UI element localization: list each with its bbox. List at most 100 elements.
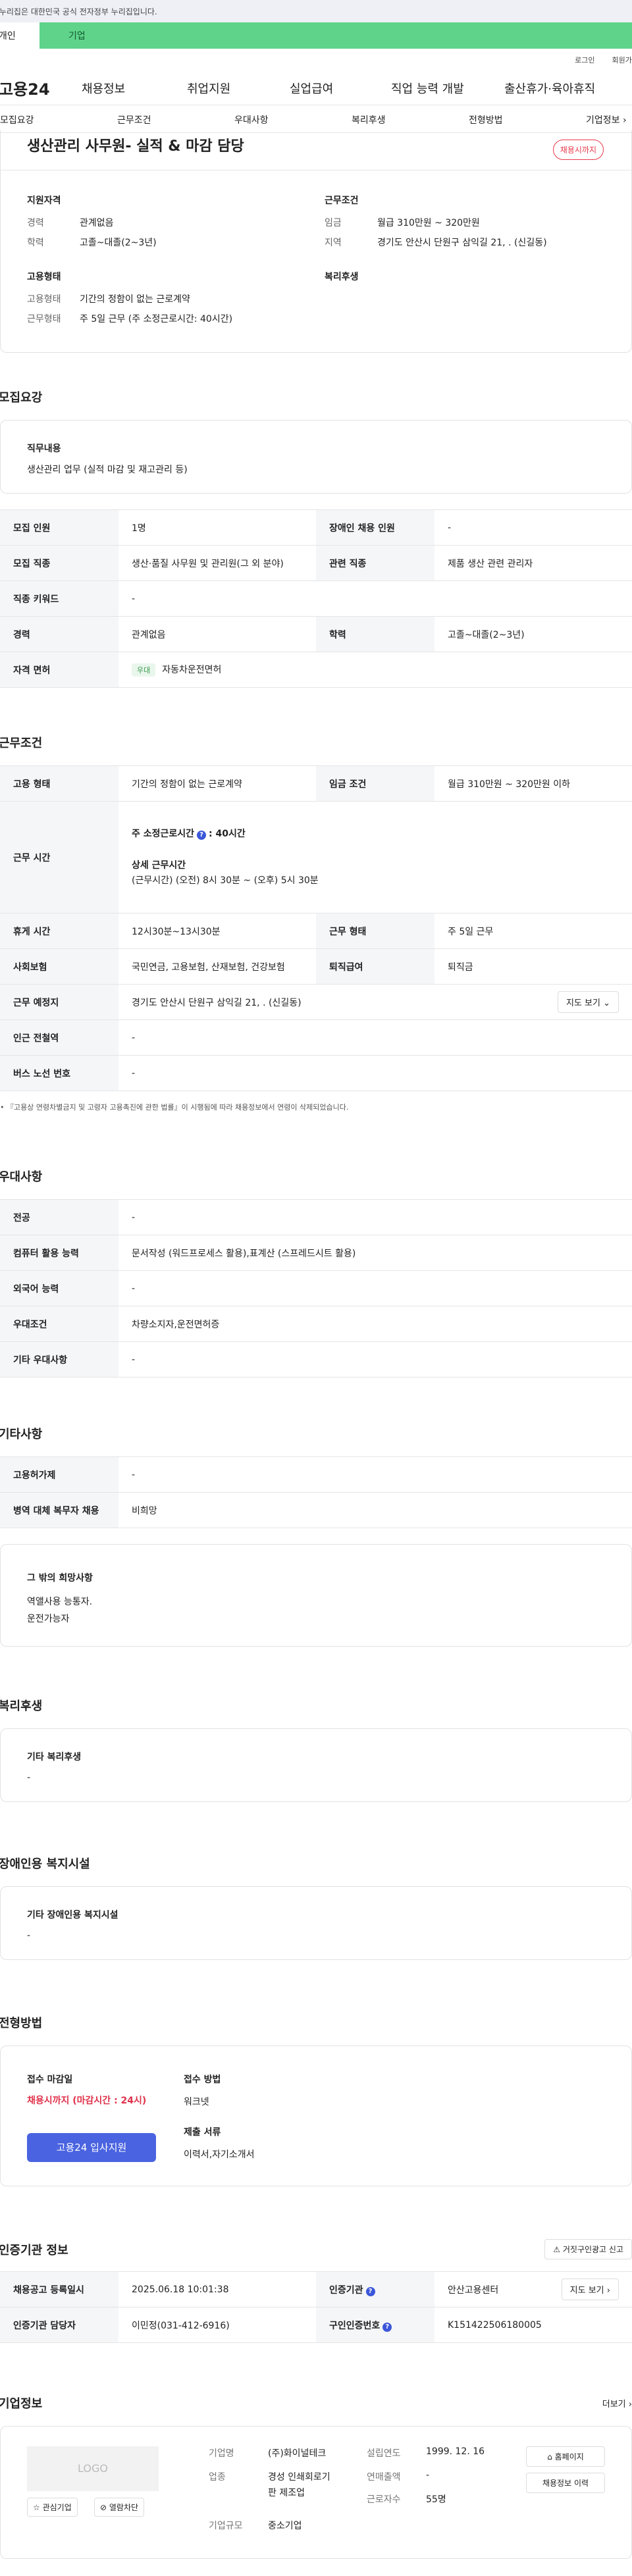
welfare-heading-inner: 기타 복리후생	[27, 1752, 82, 1763]
welfare-heading: 복리후생	[325, 272, 359, 282]
table-row: 자격 면허 우대 자동차운전면허	[0, 652, 632, 688]
gov-notice-bar: 이 누리집은 대한민국 공식 전자정부 누리집입니다.	[0, 0, 632, 22]
docs-value: 이력서,자기소개서	[184, 2150, 255, 2160]
anchor-preferences[interactable]: 우대사항	[234, 113, 269, 126]
table-row: 인증기관 담당자 이민정(031-412-6916) 구인인증번호? K1514…	[0, 2307, 632, 2343]
company-employees: 55명	[426, 2494, 446, 2505]
preferences-table: 전공 - 컴퓨터 활용 능력 문서작성 (워드프로세스 활용),표계산 (스프레드시…	[0, 1199, 632, 1378]
apply-button[interactable]: 고용24 입사지원	[27, 2133, 156, 2162]
table-row: 기타 우대사항 -	[0, 1341, 632, 1378]
gnb-menu: 채용정보 취업지원 실업급여 직업 능력 개발 출산휴가·육아휴직	[82, 80, 595, 97]
agency-header: 인증기관 정보 ⚠ 거짓구인광고 신고	[0, 2239, 632, 2259]
block-icon: ⊘	[100, 2503, 109, 2512]
welfare-card: 기타 복리후생 -	[0, 1728, 632, 1802]
table-row: 고용 형태 기간의 정함이 없는 근로계약 임금 조건 월급 310만원 ~ 3…	[0, 765, 632, 802]
wish-line: 운전가능자	[27, 1614, 70, 1624]
gnb-item-parental-leave[interactable]: 출산휴가·육아휴직	[504, 80, 595, 97]
cond-wage: 임금 월급 310만원 ~ 320만원	[325, 218, 480, 228]
chevron-right-icon: ›	[604, 2286, 610, 2296]
table-row: 인근 전철역 -	[0, 1019, 632, 1056]
table-row: 외국어 능력 -	[0, 1270, 632, 1306]
help-icon[interactable]: ?	[382, 2322, 392, 2332]
home-icon: ⌂	[547, 2452, 555, 2461]
anchor-welfare[interactable]: 복리후생	[352, 113, 386, 126]
company-name: (주)화이널테크	[268, 2448, 327, 2459]
job-summary-card: 생산관리 사무원- 실적 & 마감 담당 채용시까지 지원자격 경력 관계없음 학…	[0, 130, 632, 353]
block-view-button[interactable]: ⊘ 열람차단	[94, 2498, 145, 2517]
wish-heading: 그 밖의 희망사항	[27, 1573, 93, 1584]
table-row: 우대조건 차량소지자,운전면허증	[0, 1306, 632, 1342]
table-row: 휴게 시간 12시30분~13시30분 근무 형태 주 5일 근무	[0, 913, 632, 949]
table-row: 근무 시간 주 소정근로시간?: 40시간 상세 근무시간 (근무시간) (오전…	[0, 801, 632, 914]
duty-heading: 직무내용	[27, 444, 61, 454]
section-title-agency: 인증기관 정보	[0, 2243, 68, 2257]
status-badge: 채용시까지	[552, 140, 604, 160]
table-row: 직종 키워드 -	[0, 580, 632, 617]
homepage-button[interactable]: ⌂ 홈페이지	[526, 2446, 605, 2467]
section-title-welfare: 복리후생	[0, 1699, 43, 1713]
tab-corporate[interactable]: 기업	[40, 22, 632, 49]
gov-notice-text: 이 누리집은 대한민국 공식 전자정부 누리집입니다.	[0, 7, 157, 16]
section-title-recruit: 모집요강	[0, 391, 43, 405]
method-heading: 접수 방법	[184, 2074, 221, 2085]
cond-region: 지역 경기도 안산시 단원구 삼익길 21, . (신길동)	[325, 238, 547, 248]
company-sales: -	[426, 2470, 430, 2481]
disability-heading: 기타 장애인용 복지시설	[27, 1910, 118, 1920]
utility-links: 로그인 회원가입	[0, 49, 632, 71]
section-anchor-nav: 모집요강 근무조건 우대사항 복리후생 전형방법 기업정보 ›	[0, 105, 632, 133]
welfare-body: -	[27, 1772, 31, 1783]
company-more-link[interactable]: 더보기 ›	[602, 2397, 632, 2409]
join-link[interactable]: 회원가입	[612, 55, 632, 65]
duty-body: 생산관리 업무 (실적 마감 및 재고관리 등)	[27, 465, 188, 475]
employ-form: 근무형태 주 5일 근무 (주 소정근로시간: 40시간)	[27, 314, 233, 324]
qualification-heading: 지원자격	[27, 195, 61, 206]
agency-map-button[interactable]: 지도 보기 ›	[561, 2279, 619, 2300]
chevron-right-icon: ›	[619, 115, 627, 126]
table-row: 경력 관계없음 학력 고졸~대졸(2~3년)	[0, 616, 632, 652]
global-nav: 고용24 채용정보 취업지원 실업급여 직업 능력 개발 출산휴가·육아휴직	[0, 71, 632, 105]
login-link[interactable]: 로그인	[575, 55, 594, 65]
table-row: 고용허가제 -	[0, 1456, 632, 1493]
docs-heading: 제출 서류	[184, 2127, 221, 2138]
section-title-company: 기업정보	[0, 2397, 43, 2411]
section-title-screening: 전형방법	[0, 2017, 43, 2030]
anchor-company[interactable]: 기업정보 ›	[586, 113, 627, 126]
agency-table: 채용공고 등록일시 2025.06.18 10:01:38 인증기관? 안산고용…	[0, 2271, 632, 2343]
disability-card: 기타 장애인용 복지시설 -	[0, 1886, 632, 1960]
table-row: 모집 직종 생산·품질 사무원 및 관리원(그 외 분야) 관련 직종 제품 생…	[0, 545, 632, 581]
employment-type-heading: 고용형태	[27, 272, 61, 282]
help-icon[interactable]: ?	[365, 2286, 375, 2296]
anchor-screening[interactable]: 전형방법	[469, 113, 503, 126]
wish-card: 그 밖의 희망사항 역앨사용 능통자. 운전가능자	[0, 1544, 632, 1647]
gnb-item-unemployment-benefit[interactable]: 실업급여	[290, 80, 391, 97]
anchor-recruit[interactable]: 모집요강	[0, 113, 34, 126]
company-card: LOGO ☆ 관심기업 ⊘ 열람차단 기업명 (주)화이널테크 업종 경성 인쇄…	[0, 2426, 632, 2559]
alert-icon: ⚠	[553, 2245, 563, 2254]
gnb-item-employment-support[interactable]: 취업지원	[187, 80, 290, 97]
deadline-value: 채용시까지 (마감시간 : 24시)	[27, 2096, 147, 2106]
site-tabs: 개인 기업	[0, 22, 632, 49]
hiring-history-button[interactable]: 채용정보 이력	[526, 2473, 605, 2493]
employ-type: 고용형태 기간의 정함이 없는 근로계약	[27, 294, 190, 305]
tab-individual[interactable]: 개인	[0, 22, 40, 49]
site-logo[interactable]: 고용24	[0, 76, 82, 99]
company-founded: 1999. 12. 16	[426, 2446, 485, 2457]
table-row: 전공 -	[0, 1199, 632, 1235]
table-row: 근무 예정지 경기도 안산시 단원구 삼익길 21, . (신길동) 지도 보기…	[0, 984, 632, 1020]
table-row: 채용공고 등록일시 2025.06.18 10:01:38 인증기관? 안산고용…	[0, 2271, 632, 2307]
wish-line: 역앨사용 능통자.	[27, 1597, 93, 1607]
help-icon[interactable]: ?	[197, 830, 207, 840]
report-fake-ad-button[interactable]: ⚠ 거짓구인광고 신고	[544, 2239, 632, 2259]
etc-table: 고용허가제 - 병역 대체 복무자 채용 비희망	[0, 1456, 632, 1528]
gnb-item-vocational-training[interactable]: 직업 능력 개발	[391, 80, 504, 97]
gnb-item-jobs[interactable]: 채용정보	[82, 80, 187, 97]
favorite-company-button[interactable]: ☆ 관심기업	[27, 2498, 78, 2517]
company-logo-placeholder: LOGO	[27, 2446, 159, 2491]
section-title-work: 근무조건	[0, 736, 43, 750]
anchor-work-conditions[interactable]: 근무조건	[117, 113, 151, 126]
map-view-button[interactable]: 지도 보기 ⌄	[557, 991, 619, 1013]
table-row: 컴퓨터 활용 능력 문서작성 (워드프로세스 활용),표계산 (스프레드시트 활용…	[0, 1235, 632, 1271]
disability-body: -	[27, 1930, 31, 1941]
table-row: 버스 노선 번호 -	[0, 1055, 632, 1091]
table-row: 모집 인원 1명 장애인 채용 인원 -	[0, 509, 632, 546]
